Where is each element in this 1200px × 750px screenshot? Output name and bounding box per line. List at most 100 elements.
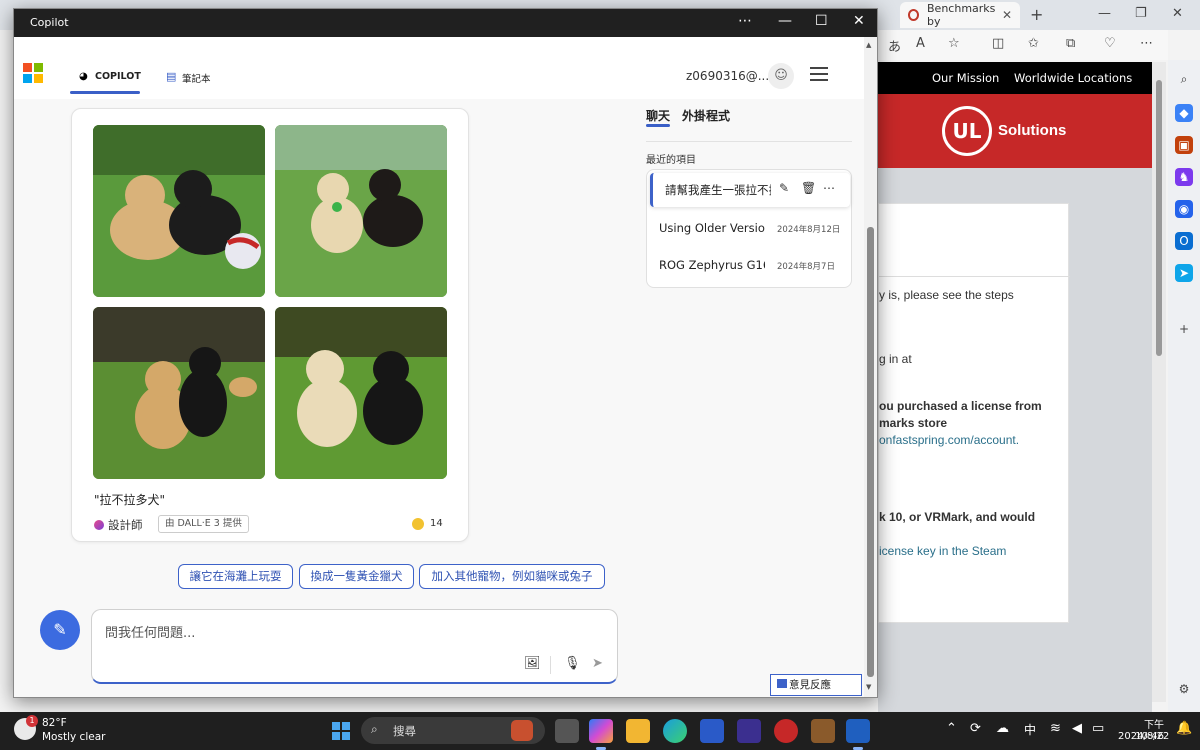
start-button[interactable] [332,722,350,740]
minimize-icon[interactable]: — [1098,6,1111,21]
scroll-down-icon[interactable]: ▼ [866,683,871,691]
sync-icon[interactable]: ⟳ [970,721,981,736]
temperature[interactable]: 82°F [42,717,67,729]
sidebar-tools-icon[interactable]: ▣ [1175,136,1193,154]
copilot-app-icon[interactable] [589,719,613,743]
edit-icon[interactable]: ✎ [779,181,789,195]
taskbar-search[interactable]: ⌕ 搜尋 [361,717,545,744]
microphone-icon[interactable]: 🎙 [564,656,581,671]
scroll-thumb[interactable] [867,227,874,677]
sidebar-settings-icon[interactable]: ⚙ [1175,680,1193,698]
suggestion-chip[interactable]: 讓它在海灘上玩耍 [178,564,293,589]
recent-item[interactable]: 請幫我產生一張拉不拉多犬 ✎ 🗑 ⋯ [650,173,850,207]
content-link[interactable]: onfastspring.com/account. [879,433,1019,447]
close-icon[interactable]: ✕ [853,13,865,29]
restore-icon[interactable]: ❐ [1135,6,1147,21]
notification-bell-icon[interactable]: 🔔 [1176,721,1192,736]
tab-chat[interactable]: 聊天 [646,107,670,124]
weather-condition[interactable]: Mostly clear [42,731,105,743]
boost-coin-icon [412,518,424,530]
add-image-icon[interactable]: 🖼 [524,656,541,671]
browser-sidebar: ⌕ ◆ ▣ ♞ ◉ O ➤ + ⚙ [1168,60,1200,712]
volume-icon[interactable]: ◀ [1072,721,1082,736]
favorite-star-icon[interactable]: ☆ [948,36,960,51]
more-menu-icon[interactable]: ⋯ [1140,36,1153,51]
edge-icon[interactable] [663,719,687,743]
scroll-up-icon[interactable]: ▲ [866,41,871,49]
task-view-icon[interactable] [555,719,579,743]
browser-tab-benchmarks[interactable]: Benchmarks by ✕ [900,2,1020,28]
sidebar-tag-icon[interactable]: ◆ [1175,104,1193,122]
recent-item-title: Using Older Versions [659,221,765,235]
tab-copilot[interactable]: COPILOT [95,71,141,82]
copilot-body: ◕ COPILOT ▤ 筆記本 z0690316@... ☺ "拉不拉多犬" 設… [14,37,877,697]
nav-our-mission[interactable]: Our Mission [932,71,999,85]
split-screen-icon[interactable]: ◫ [992,36,1004,51]
new-topic-button[interactable]: ✎ [40,610,80,650]
content-link[interactable]: icense key in the Steam [879,544,1006,558]
copilot-scrollbar[interactable]: ▲ ▼ [864,37,877,697]
file-explorer-icon[interactable] [626,719,650,743]
read-aloud-icon[interactable]: A [916,36,925,51]
sidebar-outlook-icon[interactable]: O [1175,232,1193,250]
battery-icon[interactable]: ▭ [1092,721,1104,736]
tab-plugins[interactable]: 外掛程式 [682,107,730,124]
content-text: y is, please see the steps [879,288,1014,302]
maximize-icon[interactable]: ☐ [815,13,828,29]
close-window-icon[interactable]: ✕ [1172,6,1183,21]
recent-list: 請幫我產生一張拉不拉多犬 ✎ 🗑 ⋯ Using Older Versions … [646,169,852,288]
collections-icon[interactable]: ⧉ [1066,36,1075,51]
microsoft-logo[interactable] [23,63,43,83]
new-tab-icon[interactable]: + [1030,5,1043,24]
cloud-icon[interactable]: ☁ [996,721,1009,736]
scroll-thumb[interactable] [1156,80,1162,356]
sidebar-copilot-icon[interactable]: ◉ [1175,200,1193,218]
wifi-icon[interactable]: ≋ [1050,721,1061,736]
copilot-header: ◕ COPILOT ▤ 筆記本 z0690316@... ☺ [14,37,864,99]
dog-image-4[interactable] [275,307,447,479]
notebook-icon: ▤ [166,70,177,83]
dog-image-1[interactable] [93,125,265,297]
more-options-icon[interactable]: ⋯ [738,13,752,29]
recent-item[interactable]: Using Older Versions 2024年8月12日 [647,212,851,246]
designer-label[interactable]: 設計師 [94,517,143,533]
app-icon[interactable] [737,719,761,743]
clock-date[interactable]: 2024/8/22 [1118,731,1169,742]
nav-worldwide-locations[interactable]: Worldwide Locations [1014,71,1132,85]
send-icon[interactable]: ➤ [592,656,603,671]
dog-image-2[interactable] [275,125,447,297]
favorites-icon[interactable]: ✩ [1028,36,1039,51]
sidebar-add-icon[interactable]: + [1175,320,1193,338]
sidebar-games-icon[interactable]: ♞ [1175,168,1193,186]
translate-icon[interactable]: あ [888,36,901,55]
word-icon[interactable] [846,719,870,743]
user-account[interactable]: z0690316@... [686,69,769,83]
browser-essentials-icon[interactable]: ♡ [1104,36,1116,51]
more-options-icon[interactable]: ⋯ [823,181,835,195]
suggestion-chip[interactable]: 換成一隻黃金獵犬 [299,564,414,589]
feedback-button[interactable]: 意見反應 [770,674,862,696]
close-tab-icon[interactable]: ✕ [1002,8,1012,22]
recent-heading: 最近的項目 [646,155,696,166]
ime-indicator[interactable]: 中 [1024,721,1036,738]
copilot-titlebar: Copilot ⋯ — ☐ ✕ [14,9,877,37]
browser-scrollbar[interactable] [1152,62,1166,702]
store-icon[interactable] [700,719,724,743]
sidebar-search-icon[interactable]: ⌕ [1175,70,1193,88]
tab-notebook[interactable]: 筆記本 [182,71,211,85]
avatar[interactable]: ☺ [768,63,794,89]
chevron-up-icon[interactable]: ⌃ [946,721,957,736]
hamburger-menu-icon[interactable] [810,67,828,81]
sidebar-send-icon[interactable]: ➤ [1175,264,1193,282]
delete-icon[interactable]: 🗑 [801,181,816,195]
terminal-app-icon[interactable] [811,719,835,743]
dog-image-3[interactable] [93,307,265,479]
ul-logo[interactable]: UL [942,106,992,156]
designer-text: 設計師 [108,518,143,532]
chat-input[interactable]: 問我任何問題... 🖼 🎙 ➤ [91,609,618,684]
recent-item[interactable]: ROG Zephyrus G16 2024 2024年8月7日 [647,249,851,283]
suggestion-chip[interactable]: 加入其他寵物，例如貓咪或兔子 [419,564,605,589]
minimize-icon[interactable]: — [778,13,792,29]
ul-solutions-wordmark: Solutions [998,122,1067,139]
power-app-icon[interactable] [774,719,798,743]
